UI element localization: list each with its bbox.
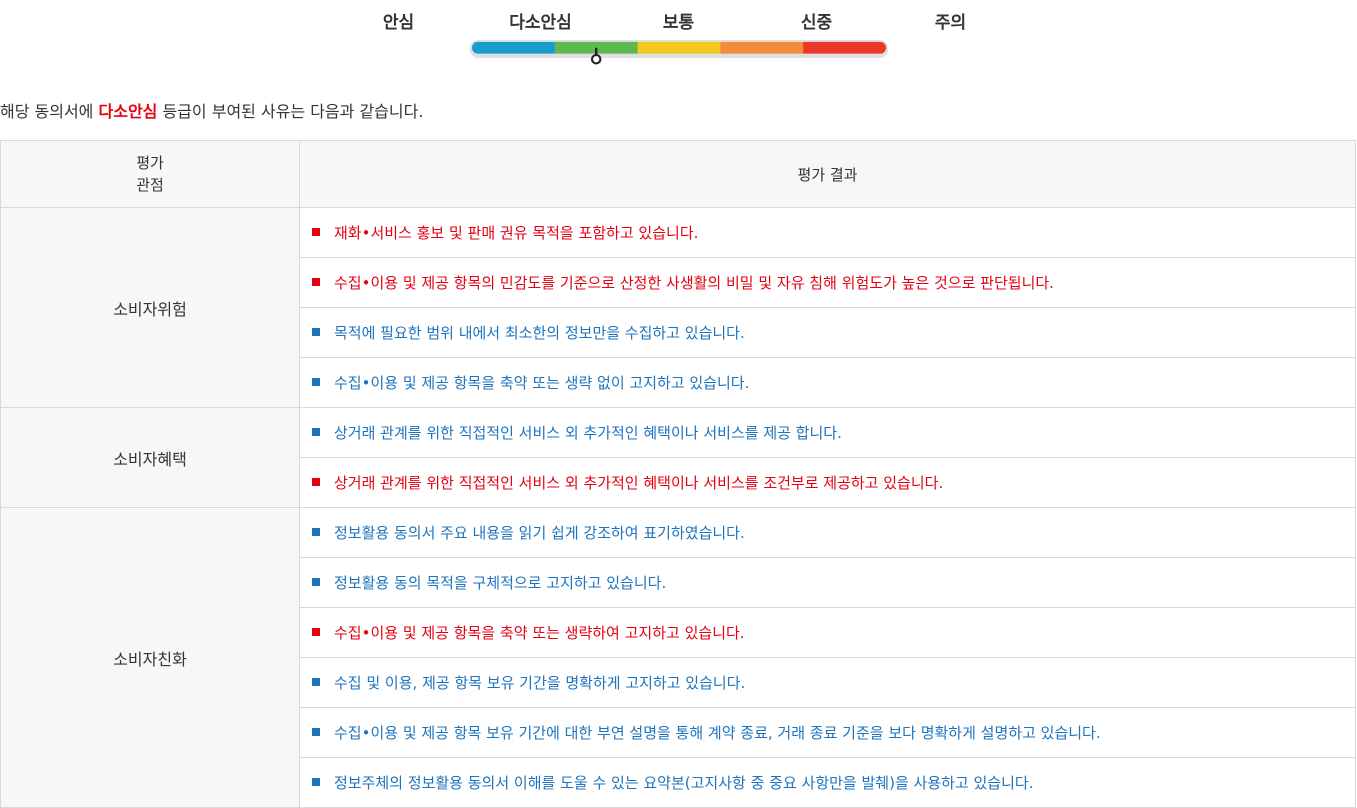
result-cell: 정보활용 동의서 주요 내용을 읽기 쉽게 강조하여 표기하였습니다.	[299, 507, 1356, 558]
gauge-label-3: 보통	[662, 13, 695, 33]
result-text: 재화•서비스 홍보 및 판매 권유 목적을 포함하고 있습니다.	[334, 224, 699, 242]
square-bullet-icon	[312, 727, 320, 736]
gauge-label-2: 다소안심	[509, 13, 572, 33]
safety-grade-gauge: 안심 다소안심 보통 신중 주의	[330, 0, 1028, 90]
gauge-label-1: 안심	[382, 13, 415, 33]
result-text: 상거래 관계를 위한 직접적인 서비스 외 추가적인 혜택이나 서비스를 제공 …	[334, 424, 842, 442]
selected-grade-text: 다소안심	[98, 102, 158, 121]
table-row: 소비자친화 정보활용 동의서 주요 내용을 읽기 쉽게 강조하여 표기하였습니다.	[0, 507, 1356, 808]
square-bullet-icon	[312, 677, 320, 686]
category-cell: 소비자위험	[0, 207, 300, 408]
header-category: 평가관점	[0, 140, 300, 208]
result-text: 수집•이용 및 제공 항목 보유 기간에 대한 부연 설명을 통해 계약 종료,…	[334, 724, 1101, 742]
intro-prefix: 해당 동의서에	[0, 102, 99, 121]
result-text: 상거래 관계를 위한 직접적인 서비스 외 추가적인 혜택이나 서비스를 조건부…	[334, 474, 944, 492]
gauge-segment-3	[637, 41, 721, 54]
square-bullet-icon	[312, 777, 320, 786]
result-text: 정보활용 동의서 주요 내용을 읽기 쉽게 강조하여 표기하였습니다.	[334, 524, 745, 542]
gauge-label-4: 신중	[800, 13, 833, 33]
gauge-segment-1	[472, 41, 556, 54]
evaluation-table: 평가관점 평가 결과 소비자위험 재화•서비스 홍보 및 판매 권유 목적을 포함…	[0, 140, 1356, 808]
result-cell: 재화•서비스 홍보 및 판매 권유 목적을 포함하고 있습니다.	[299, 207, 1356, 258]
square-bullet-icon	[312, 627, 320, 636]
square-bullet-icon	[312, 377, 320, 386]
result-cell: 수집 및 이용, 제공 항목 보유 기간을 명확하게 고지하고 있습니다.	[299, 657, 1356, 708]
pointer-ring	[590, 53, 602, 65]
result-cell: 수집•이용 및 제공 항목을 축약 또는 생략하여 고지하고 있습니다.	[299, 607, 1356, 658]
square-bullet-icon	[312, 527, 320, 536]
result-cell: 목적에 필요한 범위 내에서 최소한의 정보만을 수집하고 있습니다.	[299, 307, 1356, 358]
header-category-line1: 평가	[136, 154, 164, 172]
result-text: 목적에 필요한 범위 내에서 최소한의 정보만을 수집하고 있습니다.	[334, 324, 745, 342]
result-cell: 수집•이용 및 제공 항목을 축약 또는 생략 없이 고지하고 있습니다.	[299, 357, 1356, 408]
result-text: 수집•이용 및 제공 항목을 축약 또는 생략하여 고지하고 있습니다.	[334, 624, 745, 642]
gauge-segment-4	[720, 41, 804, 54]
result-cell: 정보주체의 정보활용 동의서 이해를 도울 수 있는 요약본(고지사항 중 중요…	[299, 757, 1356, 808]
header-category-line2: 관점	[136, 176, 164, 194]
square-bullet-icon	[312, 327, 320, 336]
intro-suffix: 등급이 부여된 사유는 다음과 같습니다.	[157, 102, 424, 121]
result-text: 수집•이용 및 제공 항목을 축약 또는 생략 없이 고지하고 있습니다.	[334, 374, 750, 392]
result-text: 정보주체의 정보활용 동의서 이해를 도울 수 있는 요약본(고지사항 중 중요…	[334, 774, 1034, 792]
square-bullet-icon	[312, 227, 320, 236]
gauge-bar	[469, 40, 889, 65]
category-cell: 소비자친화	[0, 507, 300, 808]
square-bullet-icon	[312, 577, 320, 586]
result-cell: 상거래 관계를 위한 직접적인 서비스 외 추가적인 혜택이나 서비스를 제공 …	[299, 407, 1356, 458]
result-text: 수집•이용 및 제공 항목의 민감도를 기준으로 산정한 사생활의 비밀 및 자…	[334, 274, 1054, 292]
square-bullet-icon	[312, 277, 320, 286]
gauge-label-5: 주의	[934, 13, 967, 33]
square-bullet-icon	[312, 427, 320, 436]
grade-reason-intro: 해당 동의서에 다소안심 등급이 부여된 사유는 다음과 같습니다.	[0, 98, 423, 122]
result-cell: 수집•이용 및 제공 항목 보유 기간에 대한 부연 설명을 통해 계약 종료,…	[299, 707, 1356, 758]
result-cell: 상거래 관계를 위한 직접적인 서비스 외 추가적인 혜택이나 서비스를 조건부…	[299, 457, 1356, 508]
gauge-segment-5	[803, 41, 886, 54]
result-cell: 수집•이용 및 제공 항목의 민감도를 기준으로 산정한 사생활의 비밀 및 자…	[299, 257, 1356, 308]
table-row: 소비자혜택상거래 관계를 위한 직접적인 서비스 외 추가적인 혜택이나 서비스…	[0, 407, 1356, 508]
result-text: 수집 및 이용, 제공 항목 보유 기간을 명확하게 고지하고 있습니다.	[334, 674, 746, 692]
result-cell: 정보활용 동의 목적을 구체적으로 고지하고 있습니다.	[299, 557, 1356, 608]
category-cell: 소비자혜택	[0, 407, 300, 508]
square-bullet-icon	[312, 477, 320, 486]
gauge-level-labels: 안심 다소안심 보통 신중 주의	[330, 8, 1028, 34]
table-header-row: 평가관점 평가 결과	[0, 140, 1356, 208]
result-text: 정보활용 동의 목적을 구체적으로 고지하고 있습니다.	[334, 574, 667, 592]
table-body: 소비자위험 재화•서비스 홍보 및 판매 권유 목적을 포함하고 있습니다. 수집•…	[0, 207, 1356, 808]
header-result: 평가 결과	[299, 140, 1356, 208]
table-row: 소비자위험 재화•서비스 홍보 및 판매 권유 목적을 포함하고 있습니다.	[0, 207, 1356, 408]
